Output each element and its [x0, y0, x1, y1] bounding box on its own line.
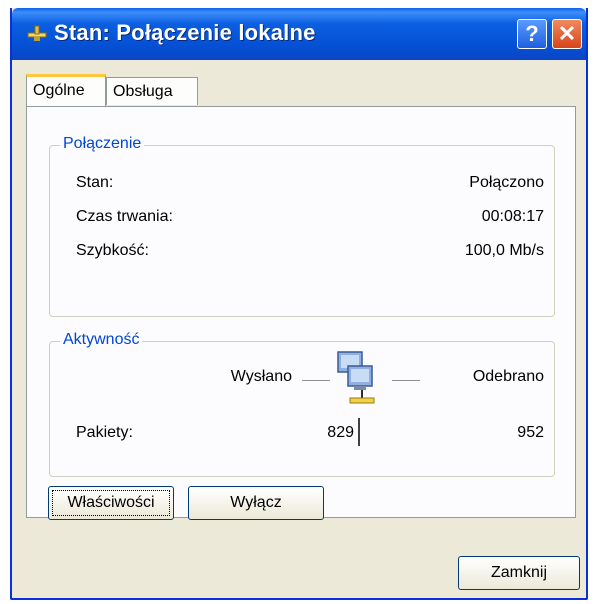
packets-received-value: 952: [517, 424, 544, 441]
sent-label: Wysłano: [230, 368, 292, 385]
activity-group: Aktywność Wysłano Odebrano Pakiety: 829 …: [49, 331, 555, 477]
close-button[interactable]: Zamknij: [458, 556, 580, 590]
duration-label: Czas trwania:: [76, 208, 173, 225]
duration-value: 00:08:17: [481, 208, 544, 225]
disable-button[interactable]: Wyłącz: [188, 486, 324, 520]
speed-label: Szybkość:: [76, 242, 149, 259]
packets-divider: [358, 418, 360, 446]
tab-support[interactable]: Obsługa: [106, 77, 198, 105]
packets-sent-value: 829: [327, 424, 354, 441]
connection-group-title: Połączenie: [60, 135, 145, 153]
connection-group: Połączenie Stan: Połączono Czas trwania:…: [49, 135, 555, 317]
status-dialog: Stan: Połączenie lokalne ? ✕ Ogólne Obsł…: [10, 8, 588, 600]
speed-value: 100,0 Mb/s: [464, 242, 544, 259]
network-computers-icon: [337, 351, 375, 404]
tab-general[interactable]: Ogólne: [26, 74, 106, 106]
received-line: [392, 380, 420, 381]
window-title: Stan: Połączenie lokalne: [54, 20, 316, 45]
close-window-button[interactable]: ✕: [552, 19, 582, 49]
packets-label: Pakiety:: [76, 424, 133, 441]
status-value: Połączono: [469, 174, 544, 191]
network-plug-icon: [27, 25, 47, 41]
properties-button[interactable]: Właściwości: [48, 486, 174, 520]
activity-group-title: Aktywność: [60, 331, 143, 349]
status-label: Stan:: [76, 174, 114, 191]
help-button[interactable]: ?: [517, 19, 547, 49]
received-label: Odebrano: [472, 368, 544, 385]
sent-line: [302, 380, 330, 381]
title-bar[interactable]: Stan: Połączenie lokalne ? ✕: [12, 8, 586, 60]
tab-panel-general: Połączenie Stan: Połączono Czas trwania:…: [26, 106, 576, 518]
